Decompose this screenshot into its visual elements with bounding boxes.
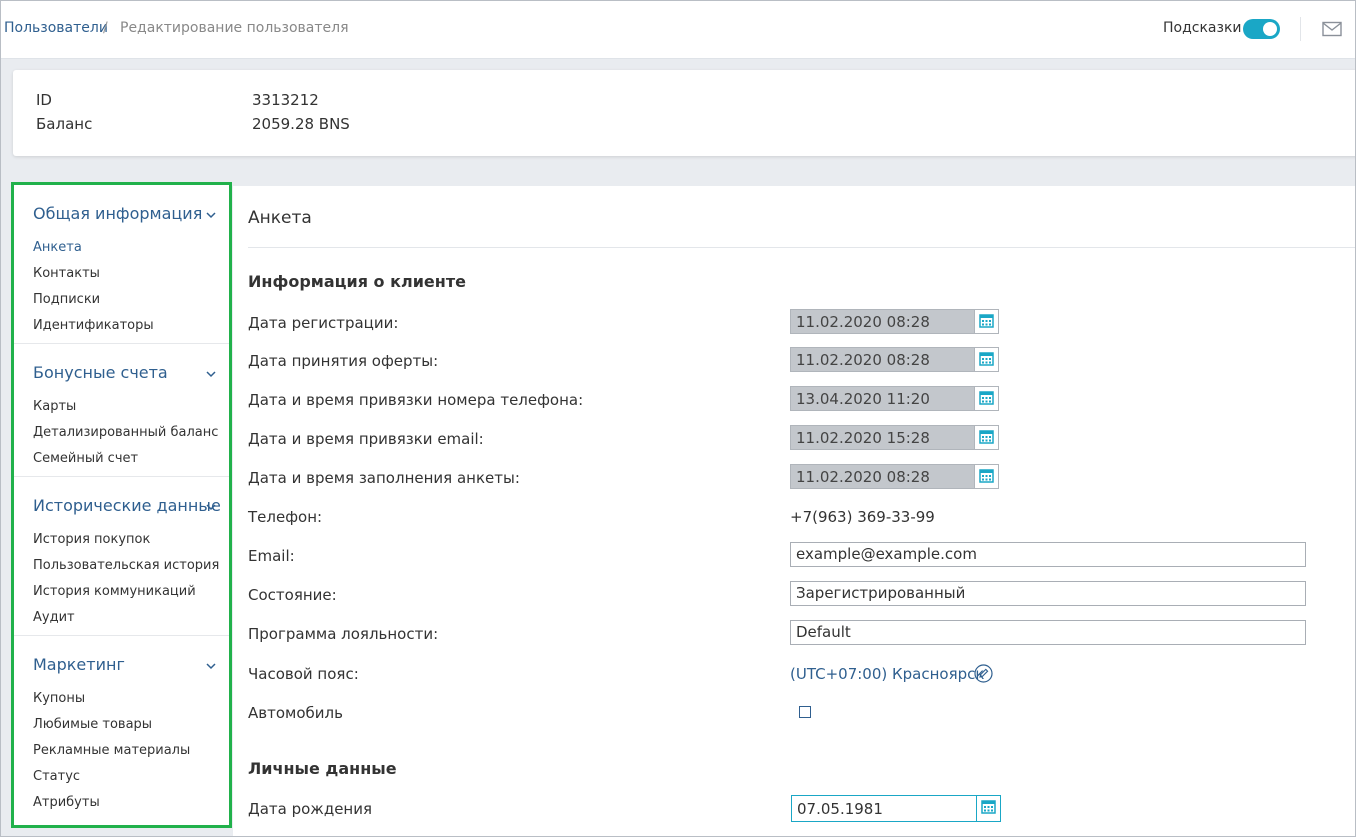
timezone-label: Часовой пояс: xyxy=(248,665,359,683)
title-divider xyxy=(248,247,1355,248)
loyalty-label: Программа лояльности: xyxy=(248,625,439,643)
personal-data-heading: Личные данные xyxy=(248,759,397,778)
email-bind-value: 11.02.2020 15:28 xyxy=(796,429,930,447)
sidebar-item-user-history[interactable]: Пользовательская история xyxy=(33,558,219,573)
car-checkbox[interactable] xyxy=(799,706,811,718)
sidebar-divider xyxy=(14,343,229,344)
email-field-value: example@example.com xyxy=(796,545,977,563)
reg-date-value: 11.02.2020 08:28 xyxy=(796,313,930,331)
sidebar-item-audit[interactable]: Аудит xyxy=(33,610,75,625)
top-bar: Пользователи / Редактирование пользовате… xyxy=(1,1,1355,59)
chevron-down-icon[interactable] xyxy=(206,211,216,219)
email-bind-label: Дата и время привязки email: xyxy=(248,430,484,448)
breadcrumb-current: Редактирование пользователя xyxy=(120,20,349,36)
id-label: ID xyxy=(36,91,52,109)
chevron-down-icon[interactable] xyxy=(206,370,216,378)
mail-icon[interactable] xyxy=(1322,21,1342,37)
header-divider xyxy=(1300,17,1301,41)
sidebar-item-anketa[interactable]: Анкета xyxy=(33,240,82,255)
chevron-down-icon[interactable] xyxy=(206,662,216,670)
state-field[interactable]: Зарегистрированный xyxy=(790,581,1306,606)
offer-date-field[interactable]: 11.02.2020 08:28 xyxy=(790,347,999,372)
state-field-value: Зарегистрированный xyxy=(796,584,966,602)
email-bind-field[interactable]: 11.02.2020 15:28 xyxy=(790,425,999,450)
sidebar-divider xyxy=(14,635,229,636)
calendar-button[interactable] xyxy=(974,426,998,449)
sidebar-item-status[interactable]: Статус xyxy=(33,769,80,784)
sidebar-item-contacts[interactable]: Контакты xyxy=(33,266,100,281)
sidebar-group-history[interactable]: Исторические данные xyxy=(33,496,221,515)
birth-date-field[interactable]: 07.05.1981 xyxy=(791,795,1001,822)
offer-date-label: Дата принятия оферты: xyxy=(248,352,439,370)
user-summary-card: ID 3313212 Баланс 2059.28 BNS xyxy=(13,70,1355,156)
chevron-down-icon[interactable] xyxy=(206,503,216,511)
form-fill-field[interactable]: 11.02.2020 08:28 xyxy=(790,464,999,489)
page-title: Анкета xyxy=(248,208,312,228)
offer-date-value: 11.02.2020 08:28 xyxy=(796,351,930,369)
form-fill-label: Дата и время заполнения анкеты: xyxy=(248,469,520,487)
loyalty-field[interactable]: Default xyxy=(790,620,1306,645)
breadcrumb-users-link[interactable]: Пользователи xyxy=(4,20,108,36)
reg-date-label: Дата регистрации: xyxy=(248,314,399,332)
balance-value: 2059.28 BNS xyxy=(252,115,350,133)
phone-value: +7(963) 369-33-99 xyxy=(790,508,935,526)
sidebar-item-attributes[interactable]: Атрибуты xyxy=(33,795,100,810)
phone-label: Телефон: xyxy=(248,508,323,526)
calendar-button[interactable] xyxy=(974,310,998,333)
app-frame: Пользователи / Редактирование пользовате… xyxy=(0,0,1356,837)
phone-bind-value: 13.04.2020 11:20 xyxy=(796,390,930,408)
calendar-button[interactable] xyxy=(976,796,1000,821)
state-label: Состояние: xyxy=(248,586,337,604)
id-value: 3313212 xyxy=(252,91,319,109)
sidebar-item-subscriptions[interactable]: Подписки xyxy=(33,292,100,307)
balance-label: Баланс xyxy=(36,115,93,133)
email-field[interactable]: example@example.com xyxy=(790,542,1306,567)
sidebar-group-marketing[interactable]: Маркетинг xyxy=(33,655,125,674)
calendar-button[interactable] xyxy=(974,387,998,410)
sidebar-item-cards[interactable]: Карты xyxy=(33,399,76,414)
sidebar-item-family-account[interactable]: Семейный счет xyxy=(33,451,138,466)
main-panel: Анкета Информация о клиенте Дата регистр… xyxy=(233,186,1355,836)
sidebar-item-favorite-products[interactable]: Любимые товары xyxy=(33,717,152,732)
sidebar-item-communication-history[interactable]: История коммуникаций xyxy=(33,584,196,599)
calendar-button[interactable] xyxy=(974,348,998,371)
loyalty-field-value: Default xyxy=(796,623,851,641)
calendar-icon xyxy=(979,469,994,483)
sidebar-item-promo-materials[interactable]: Рекламные материалы xyxy=(33,743,190,758)
toggle-knob xyxy=(1263,22,1277,36)
timezone-link[interactable]: (UTC+07:00) Красноярск xyxy=(790,665,984,683)
calendar-icon xyxy=(979,391,994,405)
phone-bind-label: Дата и время привязки номера телефона: xyxy=(248,391,584,409)
reg-date-field[interactable]: 11.02.2020 08:28 xyxy=(790,309,999,334)
calendar-icon xyxy=(979,430,994,444)
birth-date-label: Дата рождения xyxy=(248,800,372,818)
hints-toggle[interactable] xyxy=(1243,19,1280,39)
car-label: Автомобиль xyxy=(248,704,343,722)
email-label: Email: xyxy=(248,547,295,565)
calendar-button[interactable] xyxy=(974,465,998,488)
sidebar-group-general[interactable]: Общая информация xyxy=(33,204,202,223)
sidebar-item-detailed-balance[interactable]: Детализированный баланс xyxy=(33,425,218,440)
sidebar-nav: Общая информация Анкета Контакты Подписк… xyxy=(11,182,232,828)
sidebar-group-bonus[interactable]: Бонусные счета xyxy=(33,363,168,382)
sidebar-divider xyxy=(14,476,229,477)
sidebar-item-purchase-history[interactable]: История покупок xyxy=(33,532,150,547)
sidebar-item-coupons[interactable]: Купоны xyxy=(33,691,85,706)
sidebar-item-identifiers[interactable]: Идентификаторы xyxy=(33,318,154,333)
birth-date-value: 07.05.1981 xyxy=(797,800,883,818)
client-info-heading: Информация о клиенте xyxy=(248,272,466,291)
edit-pencil-icon[interactable] xyxy=(974,664,993,683)
calendar-icon xyxy=(979,314,994,328)
phone-bind-field[interactable]: 13.04.2020 11:20 xyxy=(790,386,999,411)
hints-label: Подсказки xyxy=(1163,20,1242,36)
calendar-icon xyxy=(981,800,996,814)
calendar-icon xyxy=(979,352,994,366)
form-fill-value: 11.02.2020 08:28 xyxy=(796,468,930,486)
breadcrumb-separator: / xyxy=(103,20,108,36)
